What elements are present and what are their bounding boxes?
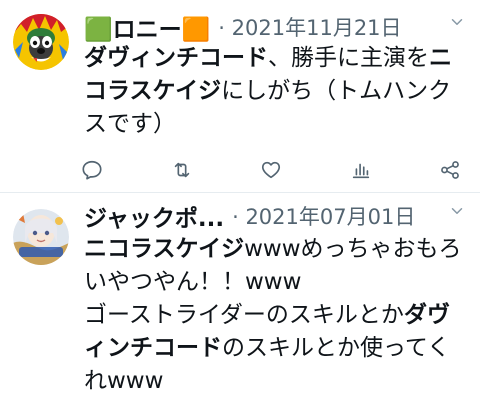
analytics-icon[interactable]: [349, 158, 373, 182]
chevron-down-icon[interactable]: [448, 201, 466, 225]
tweet-header: 🟩ロニー🟧 · 2021年11月21日: [84, 12, 468, 42]
tweet-text-run: 、勝手に主演を: [268, 45, 429, 71]
user-name[interactable]: 🟩ロニー🟧: [84, 12, 210, 42]
tweet-date[interactable]: 2021年11月21日: [232, 16, 402, 40]
tweet-feed: 🟩ロニー🟧 · 2021年11月21日 ダヴィンチコード、勝手に主演をニコラスケ…: [0, 0, 480, 410]
separator: ·: [232, 205, 239, 229]
tweet-header: ジャックポ... · 2021年07月01日: [84, 201, 468, 231]
reply-icon[interactable]: [80, 158, 104, 182]
tweet[interactable]: 🟩ロニー🟧 · 2021年11月21日 ダヴィンチコード、勝手に主演をニコラスケ…: [0, 0, 480, 192]
divider: [0, 192, 480, 193]
tweet[interactable]: ジャックポ... · 2021年07月01日 ニコラスケイジwwwめっちゃおもろ…: [0, 195, 480, 410]
tweet-text: ダヴィンチコード、勝手に主演をニコラスケイジにしがち（トムハンクスです）: [84, 42, 466, 141]
avatar[interactable]: [13, 14, 69, 70]
tweet-meta: · 2021年07月01日: [232, 201, 415, 231]
tweet-date[interactable]: 2021年07月01日: [245, 205, 415, 229]
tweet-text-highlight: ニコラスケイジ: [84, 236, 245, 262]
user-name[interactable]: ジャックポ...: [84, 201, 224, 231]
retweet-icon[interactable]: [170, 158, 194, 182]
tweet-text-run: ゴーストライダーのスキルとか: [84, 302, 404, 328]
tweet-text: ニコラスケイジwwwめっちゃおもろいやつやん！！www ゴーストライダーのスキルと…: [84, 233, 466, 398]
tweet-meta: · 2021年11月21日: [218, 12, 401, 42]
share-icon[interactable]: [438, 158, 462, 182]
tweet-actions: [80, 158, 462, 182]
chevron-down-icon[interactable]: [448, 12, 466, 36]
like-icon[interactable]: [259, 158, 283, 182]
separator: ·: [218, 16, 225, 40]
tweet-text-highlight: ダヴィンチコード: [84, 45, 268, 71]
avatar[interactable]: [13, 209, 69, 265]
